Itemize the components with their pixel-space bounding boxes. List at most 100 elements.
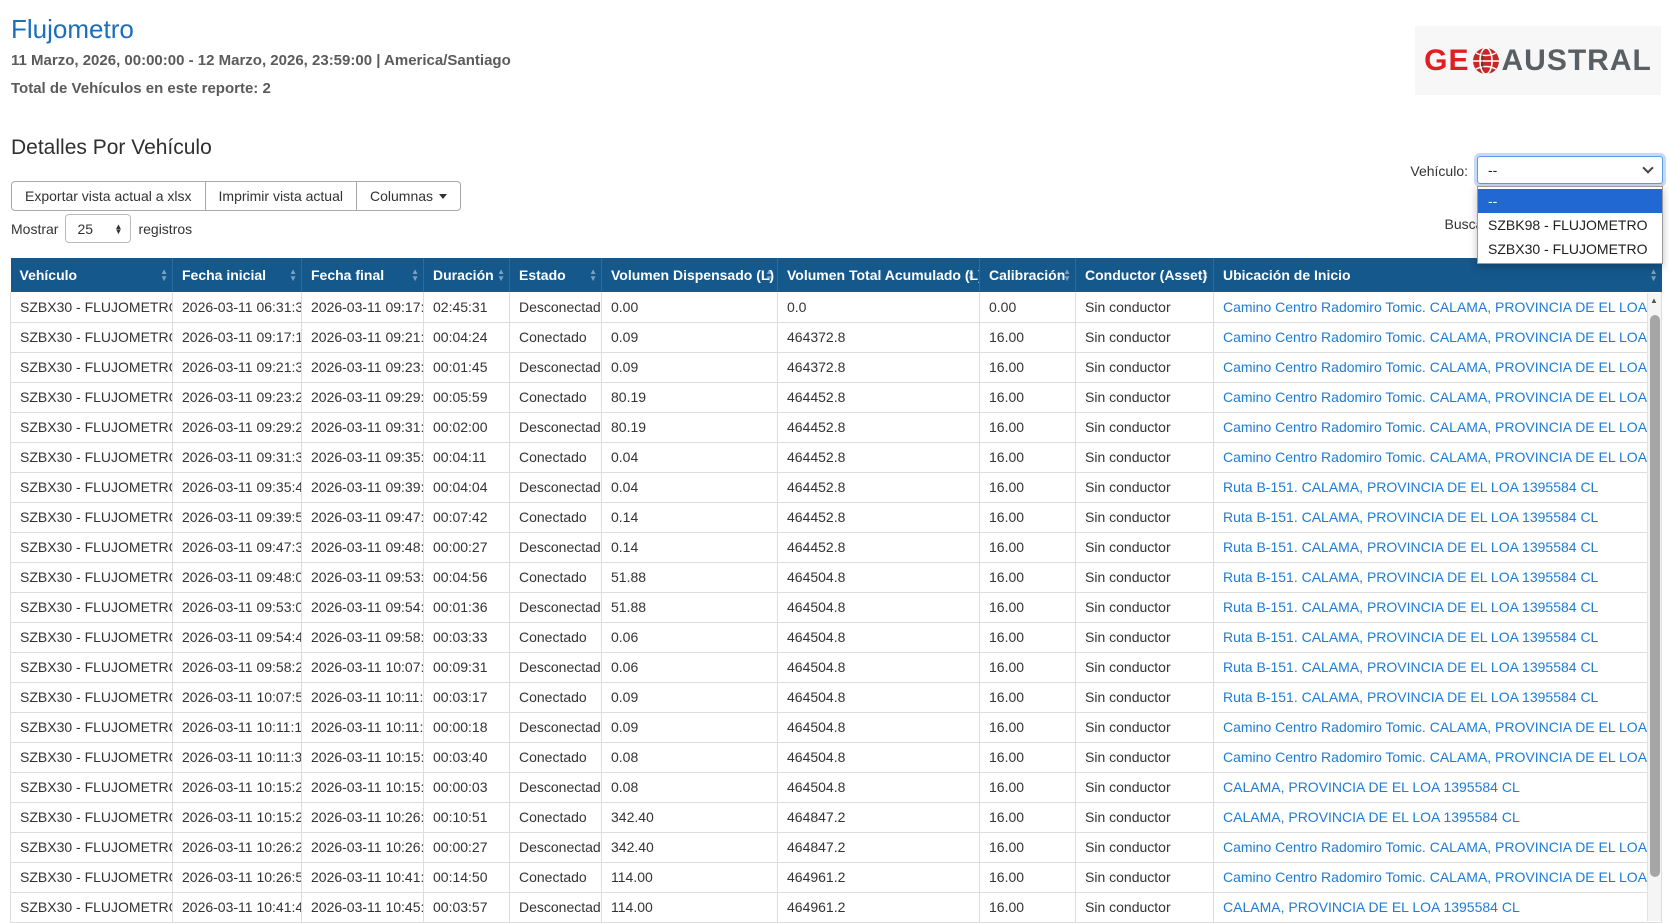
table-cell: SZBX30 - FLUJOMETRO xyxy=(10,322,173,353)
location-link[interactable]: Ruta B-151. CALAMA, PROVINCIA DE EL LOA … xyxy=(1223,599,1598,615)
table-cell: 0.06 xyxy=(601,622,778,653)
stepper-icon: ▲ ▼ xyxy=(114,221,123,236)
table-cell: 2026-03-11 10:11:13 xyxy=(301,682,424,713)
column-header[interactable]: Conductor (Asset) ▲ ▼ xyxy=(1075,258,1214,292)
scroll-up-icon[interactable]: ▲ xyxy=(1650,296,1658,305)
table-cell: 16.00 xyxy=(979,472,1076,503)
column-header[interactable]: Fecha final ▲ ▼ xyxy=(301,258,424,292)
location-link[interactable]: CALAMA, PROVINCIA DE EL LOA 1395584 CL xyxy=(1223,809,1520,825)
scrollbar-thumb[interactable] xyxy=(1650,315,1660,877)
location-link[interactable]: Camino Centro Radomiro Tomic. CALAMA, PR… xyxy=(1223,719,1661,735)
vehicle-filter-select[interactable]: -- xyxy=(1477,156,1663,184)
table-cell: 2026-03-11 09:21:36 xyxy=(301,322,424,353)
location-link[interactable]: Ruta B-151. CALAMA, PROVINCIA DE EL LOA … xyxy=(1223,479,1598,495)
export-xlsx-button[interactable]: Exportar vista actual a xlsx xyxy=(11,181,206,211)
columns-dropdown-button[interactable]: Columnas xyxy=(355,181,462,211)
table-cell: 0.00 xyxy=(601,292,778,323)
table-cell: Sin conductor xyxy=(1075,832,1214,863)
table-cell: Sin conductor xyxy=(1075,382,1214,413)
location-link[interactable]: Camino Centro Radomiro Tomic. CALAMA, PR… xyxy=(1223,389,1661,405)
table-cell: Desconectado xyxy=(509,472,602,503)
table-cell: 0.06 xyxy=(601,652,778,683)
location-link[interactable]: Camino Centro Radomiro Tomic. CALAMA, PR… xyxy=(1223,839,1661,855)
sort-icon: ▲ ▼ xyxy=(160,267,168,283)
table-cell: 80.19 xyxy=(601,382,778,413)
location-link[interactable]: Camino Centro Radomiro Tomic. CALAMA, PR… xyxy=(1223,329,1661,345)
table-cell: Sin conductor xyxy=(1075,292,1214,323)
report-date-range: 11 Marzo, 2026, 00:00:00 - 12 Marzo, 202… xyxy=(11,52,511,69)
location-link[interactable]: Ruta B-151. CALAMA, PROVINCIA DE EL LOA … xyxy=(1223,629,1598,645)
vehicle-option[interactable]: SZBK98 - FLUJOMETRO xyxy=(1478,213,1662,237)
table-cell: SZBX30 - FLUJOMETRO xyxy=(10,832,173,863)
table-cell: Sin conductor xyxy=(1075,652,1214,683)
table-cell: 464961.2 xyxy=(777,892,980,923)
table-cell: 16.00 xyxy=(979,382,1076,413)
location-link[interactable]: Camino Centro Radomiro Tomic. CALAMA, PR… xyxy=(1223,359,1661,375)
location-link[interactable]: CALAMA, PROVINCIA DE EL LOA 1395584 CL xyxy=(1223,899,1520,915)
location-link[interactable]: Camino Centro Radomiro Tomic. CALAMA, PR… xyxy=(1223,449,1661,465)
table-cell: 464452.8 xyxy=(777,472,980,503)
location-link[interactable]: Ruta B-151. CALAMA, PROVINCIA DE EL LOA … xyxy=(1223,659,1598,675)
table-scrollbar[interactable]: ▲ xyxy=(1647,293,1661,921)
table-cell: 16.00 xyxy=(979,832,1076,863)
table-row: SZBX30 - FLUJOMETRO 2026-03-11 09:58:22 20… xyxy=(10,652,1662,683)
table-cell: 0.09 xyxy=(601,322,778,353)
table-cell: 464961.2 xyxy=(777,862,980,893)
table-cell: 2026-03-11 10:07:53 xyxy=(301,652,424,683)
table-cell: 16.00 xyxy=(979,352,1076,383)
table-cell: 2026-03-11 09:29:29 xyxy=(172,412,302,443)
table-cell: 464504.8 xyxy=(777,652,980,683)
vehicle-filter-value: -- xyxy=(1488,162,1498,178)
location-link[interactable]: Ruta B-151. CALAMA, PROVINCIA DE EL LOA … xyxy=(1223,569,1598,585)
column-header[interactable]: Duración ▲ ▼ xyxy=(423,258,510,292)
column-header[interactable]: Volumen Dispensado (L) ▲ ▼ xyxy=(601,258,778,292)
location-link[interactable]: Ruta B-151. CALAMA, PROVINCIA DE EL LOA … xyxy=(1223,539,1598,555)
print-view-button[interactable]: Imprimir vista actual xyxy=(204,181,357,211)
sort-icon: ▲ ▼ xyxy=(289,267,297,283)
column-header[interactable]: Volumen Total Acumulado (L) ▲ ▼ xyxy=(777,258,980,292)
column-header[interactable]: Fecha inicial ▲ ▼ xyxy=(172,258,302,292)
report-page: Flujometro 11 Marzo, 2026, 00:00:00 - 12… xyxy=(0,0,1669,923)
table-cell: 0.09 xyxy=(601,682,778,713)
table-cell: 2026-03-11 09:53:07 xyxy=(172,592,302,623)
column-header[interactable]: Estado ▲ ▼ xyxy=(509,258,602,292)
location-link[interactable]: Camino Centro Radomiro Tomic. CALAMA, PR… xyxy=(1223,869,1661,885)
table-cell: Sin conductor xyxy=(1075,622,1214,653)
column-header[interactable]: Calibración ▲ ▼ xyxy=(979,258,1076,292)
table-cell: Camino Centro Radomiro Tomic. CALAMA, PR… xyxy=(1213,862,1662,893)
location-link[interactable]: CALAMA, PROVINCIA DE EL LOA 1395584 CL xyxy=(1223,779,1520,795)
table-cell: 00:10:51 xyxy=(423,802,510,833)
table-cell: Sin conductor xyxy=(1075,532,1214,563)
table-cell: 464504.8 xyxy=(777,682,980,713)
location-link[interactable]: Camino Centro Radomiro Tomic. CALAMA, PR… xyxy=(1223,419,1661,435)
column-header[interactable]: Vehículo ▲ ▼ xyxy=(10,258,173,292)
table-cell: 00:03:57 xyxy=(423,892,510,923)
table-cell: 2026-03-11 10:15:17 xyxy=(301,742,424,773)
table-cell: 2026-03-11 10:15:20 xyxy=(172,772,302,803)
table-cell: Sin conductor xyxy=(1075,892,1214,923)
table-cell: 464504.8 xyxy=(777,562,980,593)
vehicle-option[interactable]: SZBX30 - FLUJOMETRO xyxy=(1478,237,1662,261)
location-link[interactable]: Ruta B-151. CALAMA, PROVINCIA DE EL LOA … xyxy=(1223,689,1598,705)
location-link[interactable]: Camino Centro Radomiro Tomic. CALAMA, PR… xyxy=(1223,749,1661,765)
table-cell: 2026-03-11 09:58:19 xyxy=(301,622,424,653)
table-row: SZBX30 - FLUJOMETRO 2026-03-11 09:17:12 20… xyxy=(10,322,1662,353)
table-cell: 16.00 xyxy=(979,562,1076,593)
vehicle-option[interactable]: -- xyxy=(1478,189,1662,213)
caret-down-icon xyxy=(439,193,448,199)
location-link[interactable]: Camino Centro Radomiro Tomic. CALAMA, PR… xyxy=(1223,299,1661,315)
table-cell: CALAMA, PROVINCIA DE EL LOA 1395584 CL xyxy=(1213,772,1662,803)
location-link[interactable]: Ruta B-151. CALAMA, PROVINCIA DE EL LOA … xyxy=(1223,509,1598,525)
table-cell: 2026-03-11 09:17:12 xyxy=(172,322,302,353)
table-cell: SZBX30 - FLUJOMETRO xyxy=(10,802,173,833)
table-row: SZBX30 - FLUJOMETRO 2026-03-11 09:48:08 20… xyxy=(10,562,1662,593)
table-cell: 16.00 xyxy=(979,592,1076,623)
table-cell: 464504.8 xyxy=(777,772,980,803)
table-cell: Conectado xyxy=(509,622,602,653)
table-cell: 2026-03-11 10:26:20 xyxy=(172,832,302,863)
table-cell: 51.88 xyxy=(601,562,778,593)
table-cell: 0.0 xyxy=(777,292,980,323)
company-logo: GE AUSTRAL xyxy=(1415,26,1661,95)
table-cell: Camino Centro Radomiro Tomic. CALAMA, PR… xyxy=(1213,742,1662,773)
page-length-select[interactable]: 25 ▲ ▼ xyxy=(65,214,132,243)
